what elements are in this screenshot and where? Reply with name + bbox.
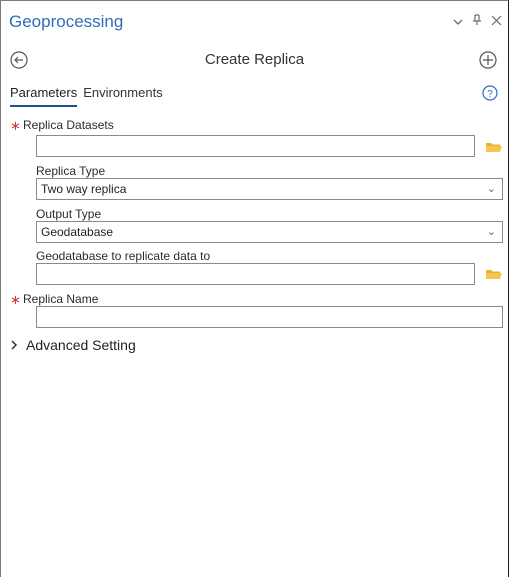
pin-icon[interactable] bbox=[472, 14, 482, 29]
add-button[interactable] bbox=[478, 50, 498, 70]
required-marker: ∗ bbox=[10, 118, 21, 133]
close-icon[interactable] bbox=[491, 15, 502, 29]
tool-header: Create Replica bbox=[1, 47, 508, 73]
replica-name-label: Replica Name bbox=[23, 292, 99, 306]
output-type-select[interactable]: Geodatabase ⌄ bbox=[36, 221, 503, 243]
advanced-setting-label: Advanced Setting bbox=[26, 337, 136, 353]
tool-title: Create Replica bbox=[204, 51, 305, 68]
svg-text:?: ? bbox=[487, 89, 493, 100]
target-gdb-label: Geodatabase to replicate data to bbox=[36, 249, 211, 263]
browse-folder-icon[interactable] bbox=[485, 267, 503, 281]
chevron-down-icon: ⌄ bbox=[486, 183, 496, 195]
tab-parameters[interactable]: Parameters bbox=[10, 85, 78, 107]
replica-type-select[interactable]: Two way replica ⌄ bbox=[36, 178, 503, 200]
plus-circle-icon bbox=[479, 51, 497, 69]
output-type-label: Output Type bbox=[36, 207, 102, 221]
tab-environments[interactable]: Environments bbox=[83, 85, 162, 107]
chevron-right-icon bbox=[11, 340, 18, 350]
help-icon: ? bbox=[482, 85, 498, 101]
geoprocessing-pane: Geoprocessing Create Replica Parameters … bbox=[0, 0, 509, 577]
replica-type-value: Two way replica bbox=[41, 182, 127, 196]
help-button[interactable]: ? bbox=[482, 85, 498, 101]
browse-folder-icon[interactable] bbox=[485, 140, 503, 154]
pane-options-dropdown-icon[interactable] bbox=[453, 15, 463, 29]
chevron-down-icon: ⌄ bbox=[486, 226, 496, 238]
replica-datasets-input[interactable] bbox=[36, 135, 475, 157]
target-gdb-input[interactable] bbox=[36, 263, 475, 285]
pane-titlebar: Geoprocessing bbox=[1, 1, 508, 41]
required-marker: ∗ bbox=[10, 292, 21, 307]
pane-title: Geoprocessing bbox=[9, 12, 124, 31]
window-controls bbox=[453, 14, 502, 29]
replica-type-label: Replica Type bbox=[36, 164, 106, 178]
advanced-setting-expander[interactable]: Advanced Setting bbox=[10, 337, 136, 353]
tool-tabs: Parameters Environments bbox=[10, 85, 163, 107]
output-type-value: Geodatabase bbox=[41, 225, 114, 239]
replica-name-input[interactable] bbox=[36, 306, 503, 328]
replica-datasets-label: Replica Datasets bbox=[23, 118, 114, 132]
